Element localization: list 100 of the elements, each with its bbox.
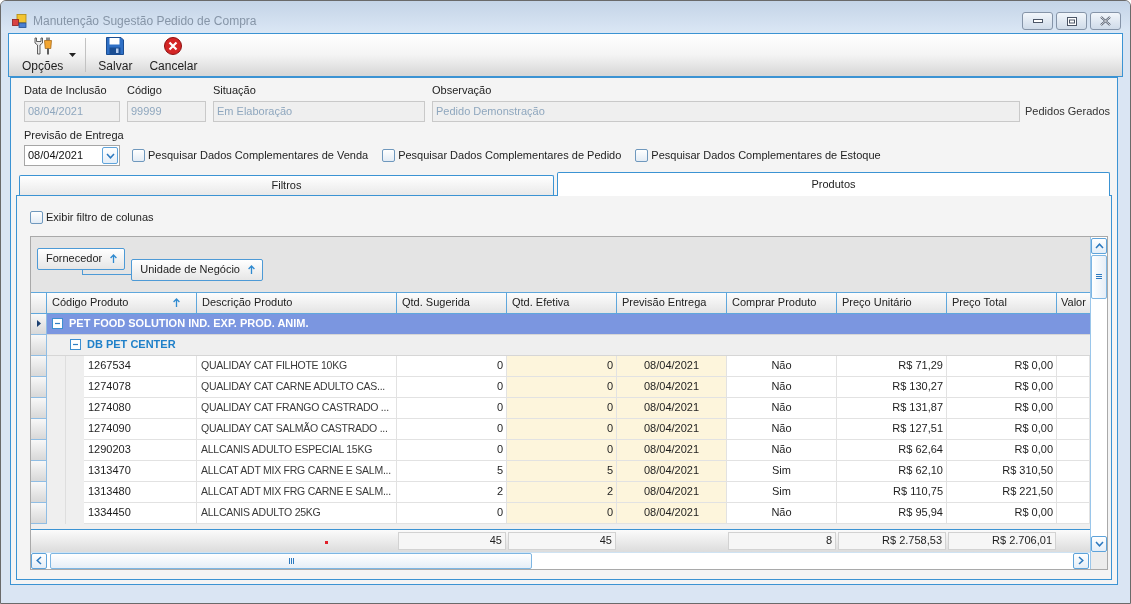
column-header[interactable]: Valor (1057, 292, 1090, 313)
table-cell: R$ 0,00 (947, 439, 1057, 461)
table-cell[interactable]: 5 (507, 460, 617, 482)
column-header[interactable]: Comprar Produto (727, 292, 837, 313)
table-cell[interactable]: 0 (507, 502, 617, 524)
table-cell[interactable]: 2 (507, 481, 617, 503)
group-label: DB PET CENTER (87, 337, 176, 353)
column-header[interactable]: Qtd. Sugerida (397, 292, 507, 313)
table-cell[interactable]: 08/04/2021 (617, 355, 727, 377)
table-row[interactable]: 1313470 ALLCAT ADT MIX FRG CARNE E SALM... 5 5 08/04/2021 Sim R$ 62,10 R$ 310,50 (84, 460, 1090, 482)
arrow-up-icon (247, 265, 255, 274)
cancel-button[interactable]: Cancelar (142, 34, 205, 76)
checkbox[interactable] (132, 149, 145, 162)
table-cell: 1274090 (84, 418, 197, 440)
close-button[interactable] (1090, 12, 1121, 30)
date-picker[interactable]: 08/04/2021 (24, 145, 120, 166)
field-label: Código (127, 83, 162, 97)
chevron-right-icon (1078, 556, 1084, 565)
column-header[interactable]: Qtd. Efetiva (507, 292, 617, 313)
table-cell[interactable]: 08/04/2021 (617, 376, 727, 398)
checkbox[interactable] (382, 149, 396, 162)
chevron-down-icon (105, 152, 115, 159)
app-icon (12, 14, 27, 28)
table-cell: Sim (727, 460, 837, 482)
field-label: Observação (432, 83, 492, 97)
table-cell[interactable]: 0 (507, 418, 617, 440)
table-cell: 1267534 (84, 355, 197, 377)
minus-box-icon[interactable] (70, 339, 81, 350)
table-cell: ALLCAT ADT MIX FRG CARNE E SALM... (197, 481, 397, 503)
table-cell: QUALIDAY CAT FRANGO CASTRADO ... (197, 397, 397, 419)
table-cell[interactable]: 08/04/2021 (617, 481, 727, 503)
table-cell: R$ 130,27 (837, 376, 947, 398)
scroll-down-button[interactable] (1091, 535, 1107, 552)
table-row[interactable]: 1274090 QUALIDAY CAT SALMÃO CASTRADO ... 0 0 08/04/2021 Não R$ 127,51 R$ 0,00 (84, 418, 1090, 440)
column-header[interactable]: Previsão Entrega (617, 292, 727, 313)
table-row[interactable]: 1267534 QUALIDAY CAT FILHOTE 10KG 0 0 08/04/2021 Não R$ 71,29 R$ 0,00 (84, 355, 1090, 377)
maximize-button[interactable] (1056, 12, 1087, 30)
summary-cell: R$ 2.706,01 (948, 531, 1056, 550)
minus-box-icon[interactable] (52, 318, 63, 329)
scroll-up-button[interactable] (1091, 237, 1107, 254)
table-cell: R$ 127,51 (837, 418, 947, 440)
options-button[interactable]: Opções (15, 34, 84, 76)
vertical-scrollbar[interactable] (1091, 236, 1107, 552)
checkbox-label: Pesquisar Dados Complementares de Venda (148, 148, 369, 164)
table-cell: 1274078 (84, 376, 197, 398)
table-cell: QUALIDAY CAT FILHOTE 10KG (197, 355, 397, 377)
column-header[interactable]: Descrição Produto (197, 292, 397, 313)
caret-icon (69, 53, 77, 57)
table-row[interactable]: 1274080 QUALIDAY CAT FRANGO CASTRADO ... 0 0 08/04/2021 Não R$ 131,87 R$ 0,00 (84, 397, 1090, 419)
table-cell: R$ 310,50 (947, 460, 1057, 482)
field-label: Situação (213, 83, 256, 97)
table-cell[interactable]: 08/04/2021 (617, 418, 727, 440)
save-icon (106, 37, 125, 55)
triangle-icon (36, 320, 41, 327)
table-cell[interactable]: 0 (507, 355, 617, 377)
row-header[interactable] (31, 313, 47, 335)
tab[interactable]: Filtros (19, 175, 554, 195)
table-row[interactable]: 1274078 QUALIDAY CAT CARNE ADULTO CAS... 0 0 08/04/2021 Não R$ 130,27 R$ 0,00 (84, 376, 1090, 398)
connector-line (82, 269, 132, 275)
table-cell[interactable]: 0 (507, 439, 617, 461)
cancel-icon (164, 37, 183, 55)
table-cell: R$ 0,00 (947, 418, 1057, 440)
scrollbar-thumb[interactable] (1091, 254, 1107, 299)
close-icon (1100, 16, 1111, 26)
table-cell[interactable]: 08/04/2021 (617, 502, 727, 524)
column-header[interactable]: Preço Unitário (837, 292, 947, 313)
table-cell: R$ 0,00 (947, 376, 1057, 398)
table-cell[interactable]: 0 (507, 397, 617, 419)
scrollbar-thumb[interactable] (50, 552, 532, 569)
table-cell[interactable]: 08/04/2021 (617, 460, 727, 482)
group-by-chip[interactable]: Fornecedor (37, 247, 126, 270)
column-header[interactable]: Preço Total (947, 292, 1057, 313)
table-cell: Sim (727, 481, 837, 503)
checkbox[interactable] (30, 210, 43, 224)
minimize-button[interactable] (1022, 12, 1053, 30)
dropdown-button[interactable] (102, 147, 118, 164)
group-by-chip[interactable]: Unidade de Negócio (131, 258, 263, 281)
summary-cell: 8 (728, 531, 836, 550)
table-cell: R$ 0,00 (947, 397, 1057, 419)
scroll-left-button[interactable] (31, 552, 47, 569)
tab[interactable]: Produtos (557, 172, 1110, 196)
table-cell[interactable]: 08/04/2021 (617, 439, 727, 461)
table-cell: 1290203 (84, 439, 197, 461)
chevron-left-icon (36, 556, 42, 565)
save-button[interactable]: Salvar (91, 34, 140, 76)
orders-generated-label: Pedidos Gerados (1025, 104, 1110, 119)
table-row[interactable]: 1334450 ALLCANIS ADULTO 25KG 0 0 08/04/2021 Não R$ 95,94 R$ 0,00 (84, 502, 1090, 524)
table-cell: Não (727, 502, 837, 524)
checkbox[interactable] (635, 149, 649, 162)
table-row[interactable]: 1290203 ALLCANIS ADULTO ESPECIAL 15KG 0 0 08/04/2021 Não R$ 62,64 R$ 0,00 (84, 439, 1090, 461)
table-cell[interactable]: 08/04/2021 (617, 397, 727, 419)
table-row[interactable]: 1313480 ALLCAT ADT MIX FRG CARNE E SALM... 2 2 08/04/2021 Sim R$ 110,75 R$ 221,50 (84, 481, 1090, 503)
chevron-down-icon (1094, 540, 1104, 547)
table-cell: ALLCANIS ADULTO 25KG (197, 502, 397, 524)
column-header[interactable]: Código Produto (47, 292, 197, 313)
table-cell: QUALIDAY CAT SALMÃO CASTRADO ... (197, 418, 397, 440)
scroll-right-button[interactable] (1073, 552, 1089, 569)
table-cell[interactable]: 0 (507, 376, 617, 398)
field-label: Data de Inclusão (24, 83, 107, 97)
maximize-icon (1066, 16, 1077, 26)
